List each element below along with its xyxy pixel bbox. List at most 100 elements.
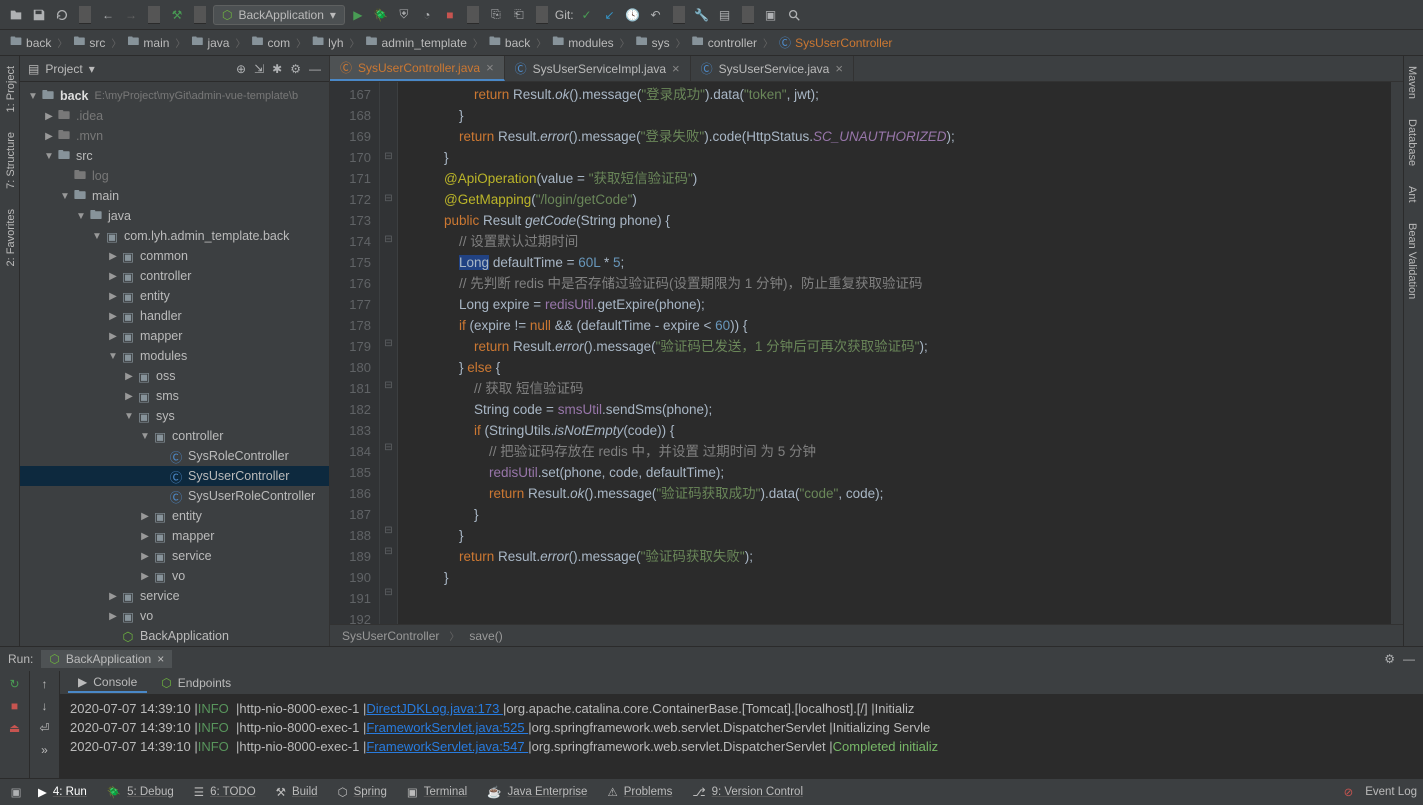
attach-icon[interactable]: ⎘ xyxy=(486,5,506,25)
attach2-icon[interactable]: ⎗ xyxy=(509,5,529,25)
crumb-sys[interactable]: 🖿sys xyxy=(632,30,674,55)
down-icon[interactable]: ↓ xyxy=(36,697,54,715)
debug-icon[interactable]: 🪲 xyxy=(371,5,391,25)
git-history-icon[interactable]: 🕓 xyxy=(623,5,643,25)
search-icon[interactable] xyxy=(784,5,804,25)
editor-tab[interactable]: ⒸSysUserServiceImpl.java× xyxy=(505,56,691,81)
chevron-down-icon[interactable]: ▾ xyxy=(89,62,95,76)
tree-item[interactable]: ▼🖿backE:\myProject\myGit\admin-vue-templ… xyxy=(20,86,329,106)
tree-item[interactable]: ▶🖿.mvn xyxy=(20,126,329,146)
tree-item[interactable]: ▶▣mapper xyxy=(20,326,329,346)
tree-item[interactable]: ⒸSysUserController xyxy=(20,466,329,486)
crumb-main[interactable]: 🖿main xyxy=(123,30,173,55)
forward-icon[interactable]: → xyxy=(121,5,141,25)
crumb-modules[interactable]: 🖿modules xyxy=(548,30,617,55)
side-tab[interactable]: Bean Validation xyxy=(1404,213,1420,309)
crumb-admin_template[interactable]: 🖿admin_template xyxy=(362,30,471,55)
scroll-map[interactable] xyxy=(1391,82,1403,624)
tree-item[interactable]: ⒸSysRoleController xyxy=(20,446,329,466)
tree-item[interactable]: ⬡BackApplication xyxy=(20,626,329,646)
project-struct-icon[interactable]: ▤ xyxy=(715,5,735,25)
tree-item[interactable]: ▶▣vo xyxy=(20,606,329,626)
close-icon[interactable]: × xyxy=(486,60,494,75)
crumb-class[interactable]: SysUserController xyxy=(342,629,439,643)
refresh-icon[interactable] xyxy=(52,5,72,25)
tree-item[interactable]: ▶▣sms xyxy=(20,386,329,406)
run-config-selector[interactable]: ⬡ BackApplication ▾ xyxy=(213,5,345,25)
tree-item[interactable]: ▶▣service xyxy=(20,546,329,566)
event-log-icon[interactable]: ⊘ xyxy=(1344,785,1354,799)
run-tab[interactable]: ⬡ BackApplication × xyxy=(41,650,172,668)
tree-item[interactable]: ▼🖿java xyxy=(20,206,329,226)
status-item[interactable]: ⚒Build xyxy=(266,785,328,799)
settings-icon[interactable]: 🔧 xyxy=(692,5,712,25)
wrap-icon[interactable]: ⏎ xyxy=(36,719,54,737)
git-commit-icon[interactable]: ✓ xyxy=(577,5,597,25)
open-icon[interactable] xyxy=(6,5,26,25)
select-opened-icon[interactable]: ⊕ xyxy=(236,62,246,76)
tree-item[interactable]: ▶▣service xyxy=(20,586,329,606)
rerun-icon[interactable]: ↻ xyxy=(6,675,24,693)
side-tab[interactable]: 7: Structure xyxy=(0,122,19,199)
fold-gutter[interactable]: ⊟⊟⊟⊟⊟⊟⊟⊟⊟ xyxy=(380,82,398,624)
status-item[interactable]: ⬡Spring xyxy=(328,785,397,799)
crumb-lyh[interactable]: 🖿lyh xyxy=(308,30,347,55)
stop-icon[interactable]: ■ xyxy=(6,697,24,715)
tree-item[interactable]: ▶▣entity xyxy=(20,506,329,526)
side-tab[interactable]: 1: Project xyxy=(0,56,19,122)
tree-item[interactable]: ▶▣entity xyxy=(20,286,329,306)
status-item[interactable]: ▣Terminal xyxy=(397,785,477,799)
crumb-com[interactable]: 🖿com xyxy=(247,30,294,55)
crumb-src[interactable]: 🖿src xyxy=(69,30,109,55)
editor-tab[interactable]: ⒸSysUserController.java× xyxy=(330,56,505,81)
status-item[interactable]: ⎇9: Version Control xyxy=(682,785,813,799)
close-icon[interactable]: × xyxy=(157,652,164,666)
status-item[interactable]: 🪲5: Debug xyxy=(97,785,184,799)
back-icon[interactable]: ← xyxy=(98,5,118,25)
crumb-back[interactable]: 🖿back xyxy=(6,30,55,55)
build-icon[interactable]: ⚒ xyxy=(167,5,187,25)
collapse-icon[interactable]: ✱ xyxy=(272,62,282,76)
crumb-back[interactable]: 🖿back xyxy=(485,30,534,55)
tree-item[interactable]: ▼▣sys xyxy=(20,406,329,426)
tree-item[interactable]: ▶▣controller xyxy=(20,266,329,286)
event-log-label[interactable]: Event Log xyxy=(1365,786,1417,798)
endpoints-tab[interactable]: ⬡ Endpoints xyxy=(151,674,241,692)
run-icon[interactable]: ▶ xyxy=(348,5,368,25)
tree-item[interactable]: ▶▣vo xyxy=(20,566,329,586)
hide-icon[interactable]: — xyxy=(309,62,321,76)
crumb-controller[interactable]: 🖿controller xyxy=(688,30,761,55)
tree-item[interactable]: ▼▣com.lyh.admin_template.back xyxy=(20,226,329,246)
expand-icon[interactable]: ⇲ xyxy=(254,62,264,76)
save-icon[interactable] xyxy=(29,5,49,25)
status-item[interactable]: ⚠Problems xyxy=(597,785,682,799)
git-rollback-icon[interactable]: ↶ xyxy=(646,5,666,25)
profiler-icon[interactable]: ◔ xyxy=(417,5,437,25)
console-tab[interactable]: ▶ Console xyxy=(68,673,147,693)
tree-item[interactable]: ⒸSysUserRoleController xyxy=(20,486,329,506)
tree-item[interactable]: ▶▣mapper xyxy=(20,526,329,546)
crumb-SysUserController[interactable]: ⒸSysUserController xyxy=(775,32,896,53)
gear-icon[interactable]: ⚙ xyxy=(1384,652,1395,666)
status-item[interactable]: ▶4: Run xyxy=(28,785,97,799)
coverage-icon[interactable]: ⛨ xyxy=(394,5,414,25)
tree-item[interactable]: ▶🖿.idea xyxy=(20,106,329,126)
tree-item[interactable]: ▼🖿main xyxy=(20,186,329,206)
git-update-icon[interactable]: ↙ xyxy=(600,5,620,25)
code-editor[interactable]: return Result.ok().message("登录成功").data(… xyxy=(398,82,1391,624)
tree-item[interactable]: ▼▣modules xyxy=(20,346,329,366)
side-tab[interactable]: Maven xyxy=(1404,56,1420,109)
ide-icon[interactable]: ▣ xyxy=(761,5,781,25)
up-icon[interactable]: ↑ xyxy=(36,675,54,693)
hide-icon[interactable]: — xyxy=(1403,652,1415,666)
status-item[interactable]: ☰6: TODO xyxy=(184,785,266,799)
status-item[interactable]: ☕Java Enterprise xyxy=(477,785,597,799)
side-tab[interactable]: Ant xyxy=(1404,176,1420,213)
tool-window-icon[interactable]: ▣ xyxy=(6,782,26,802)
tree-item[interactable]: ▼🖿src xyxy=(20,146,329,166)
close-icon[interactable]: × xyxy=(835,61,843,76)
side-tab[interactable]: Database xyxy=(1404,109,1420,176)
tree-item[interactable]: ▶▣common xyxy=(20,246,329,266)
crumb-java[interactable]: 🖿java xyxy=(187,30,233,55)
tree-item[interactable]: ▼▣controller xyxy=(20,426,329,446)
